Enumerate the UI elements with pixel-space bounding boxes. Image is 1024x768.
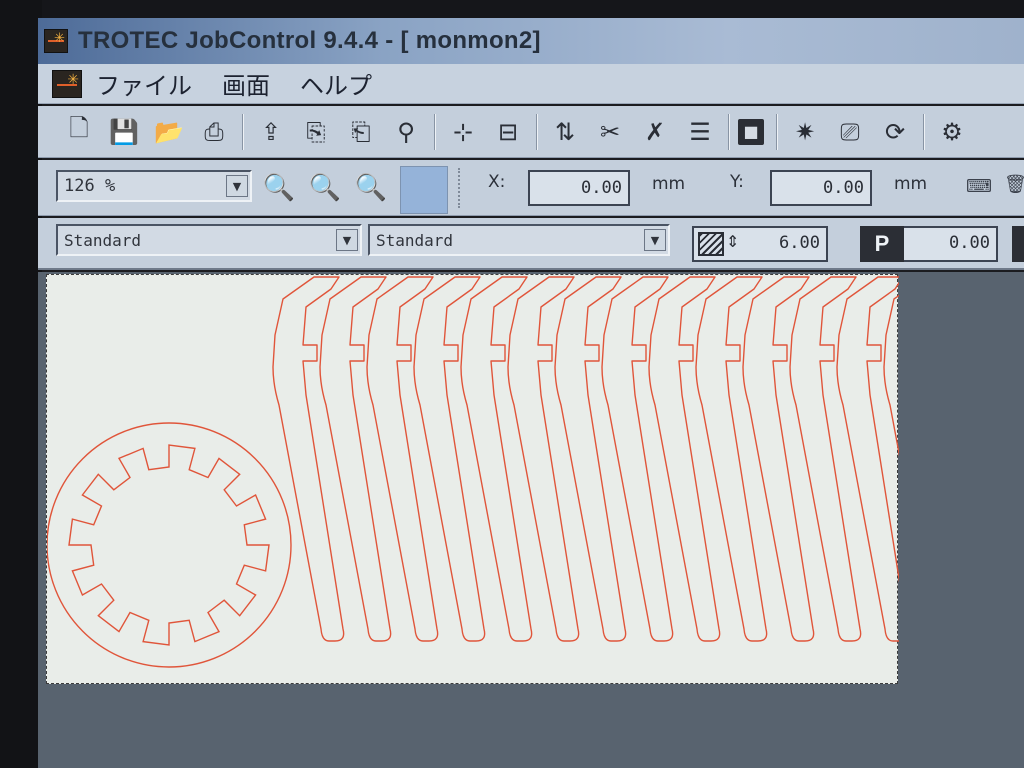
chevron-down-icon[interactable]: ▼ — [336, 229, 358, 251]
thickness-icon — [698, 232, 724, 256]
save-icon[interactable]: 💾 — [105, 113, 143, 151]
toolbar-separator — [458, 168, 460, 208]
material-icon[interactable]: ⎚ — [831, 113, 869, 151]
cut-part — [648, 276, 721, 642]
keyboard-icon[interactable]: ⌨ — [966, 176, 992, 197]
job-settings-icon[interactable]: ⚲ — [387, 113, 425, 151]
x-position-field[interactable]: 0.00 — [528, 170, 630, 206]
y-unit-label: mm — [894, 174, 928, 194]
cut-icon[interactable]: ✂ — [591, 113, 629, 151]
list-icon[interactable]: ☰ — [681, 113, 719, 151]
material-template-value: Standard — [64, 231, 142, 250]
toolbar-separator — [434, 113, 436, 150]
power-value: 0.00 — [949, 233, 990, 253]
thickness-arrows-icon: ⇕ — [726, 232, 740, 251]
material-template-select[interactable]: Standard ▼ — [56, 224, 362, 256]
cut-part — [695, 276, 768, 642]
cut-part — [413, 276, 486, 642]
stop-icon[interactable]: ■ — [738, 118, 764, 145]
delete-icon[interactable]: ✗ — [636, 113, 674, 151]
export-job-icon[interactable]: ⎗ — [342, 113, 380, 151]
toolbar-separator — [728, 113, 730, 150]
cut-part — [460, 276, 533, 642]
power-field[interactable]: P 0.00 — [860, 226, 998, 262]
window-title: TROTEC JobControl 9.4.4 - [ monmon2] — [78, 27, 541, 54]
add-node-icon[interactable]: ⊹ — [444, 113, 482, 151]
laser-icon[interactable]: ✷ — [786, 113, 824, 151]
cut-part — [366, 276, 439, 642]
y-label: Y: — [730, 172, 744, 192]
toolbar-separator — [923, 113, 925, 150]
main-toolbar: 🗋 💾 📂 ⎙ ⇪ ⎘ ⎗ ⚲ ⊹ ⊟ ⇅ ✂ ✗ ☰ ■ ✷ ⎚ ⟳ ⚙ — [38, 106, 1024, 158]
gear-hole-outline — [68, 444, 270, 646]
color-swatch[interactable] — [400, 166, 448, 214]
chevron-down-icon[interactable]: ▼ — [644, 229, 666, 251]
process-icon[interactable]: ⟳ — [876, 113, 914, 151]
menu-file[interactable]: ファイル — [96, 66, 192, 101]
x-label: X: — [488, 172, 506, 192]
remove-node-icon[interactable]: ⊟ — [489, 113, 527, 151]
cut-part — [883, 294, 899, 457]
cut-part — [742, 276, 815, 642]
zoom-search-icon[interactable]: 🔍 — [260, 170, 298, 206]
new-file-icon[interactable]: 🗋 — [60, 113, 98, 151]
align-icon[interactable]: ⇅ — [546, 113, 584, 151]
cut-part — [507, 276, 580, 642]
zoom-value: 126 % — [64, 176, 116, 196]
settings-gear-icon[interactable]: ⚙ — [933, 113, 971, 151]
material-bar: Standard ▼ Standard ▼ ⇕ 6.00 P 0.00 — [38, 218, 1024, 270]
menu-bar: ファイル 画面 ヘルプ — [38, 64, 1024, 104]
zoom-out-icon[interactable]: 🔍 — [352, 170, 390, 206]
app-icon[interactable] — [44, 29, 68, 53]
cut-part — [789, 276, 862, 642]
monitor-bezel-top — [0, 0, 1024, 18]
print-icon[interactable]: ⎙ — [195, 113, 233, 151]
thickness-value: 6.00 — [779, 233, 820, 253]
toolbar-edge — [1012, 226, 1024, 262]
cut-part — [554, 276, 627, 642]
cut-part — [601, 276, 674, 642]
job-drawing — [47, 276, 899, 668]
cut-part — [836, 276, 899, 642]
import-job-icon[interactable]: ⎘ — [297, 113, 335, 151]
toolbar-separator — [242, 113, 244, 150]
chevron-down-icon[interactable]: ▼ — [226, 175, 248, 197]
toolbar-separator — [536, 113, 538, 150]
zoom-position-bar: 126 % ▼ 🔍 🔍 🔍 X: 0.00 mm Y: 0.00 mm ⌨ 🗑 — [38, 160, 1024, 216]
y-position-field[interactable]: 0.00 — [770, 170, 872, 206]
menu-view[interactable]: 画面 — [222, 66, 270, 101]
toolbar-separator — [776, 113, 778, 150]
thickness-field[interactable]: ⇕ 6.00 — [692, 226, 828, 262]
x-unit-label: mm — [652, 174, 686, 194]
zoom-select[interactable]: 126 % ▼ — [56, 170, 252, 202]
power-label: P — [860, 226, 904, 262]
job-canvas[interactable] — [46, 274, 899, 684]
workspace — [38, 272, 1024, 768]
zoom-in-icon[interactable]: 🔍 — [306, 170, 344, 206]
open-folder-icon[interactable]: 📂 — [150, 113, 188, 151]
menu-help[interactable]: ヘルプ — [300, 66, 372, 101]
process-select[interactable]: Standard ▼ — [368, 224, 670, 256]
cut-part — [319, 276, 392, 642]
document-icon[interactable] — [52, 69, 82, 98]
import-icon[interactable]: ⇪ — [252, 113, 290, 151]
trash-icon[interactable]: 🗑 — [1004, 174, 1024, 195]
process-value: Standard — [376, 231, 454, 250]
title-bar: TROTEC JobControl 9.4.4 - [ monmon2] — [38, 18, 1024, 64]
monitor-bezel-left — [0, 0, 42, 768]
